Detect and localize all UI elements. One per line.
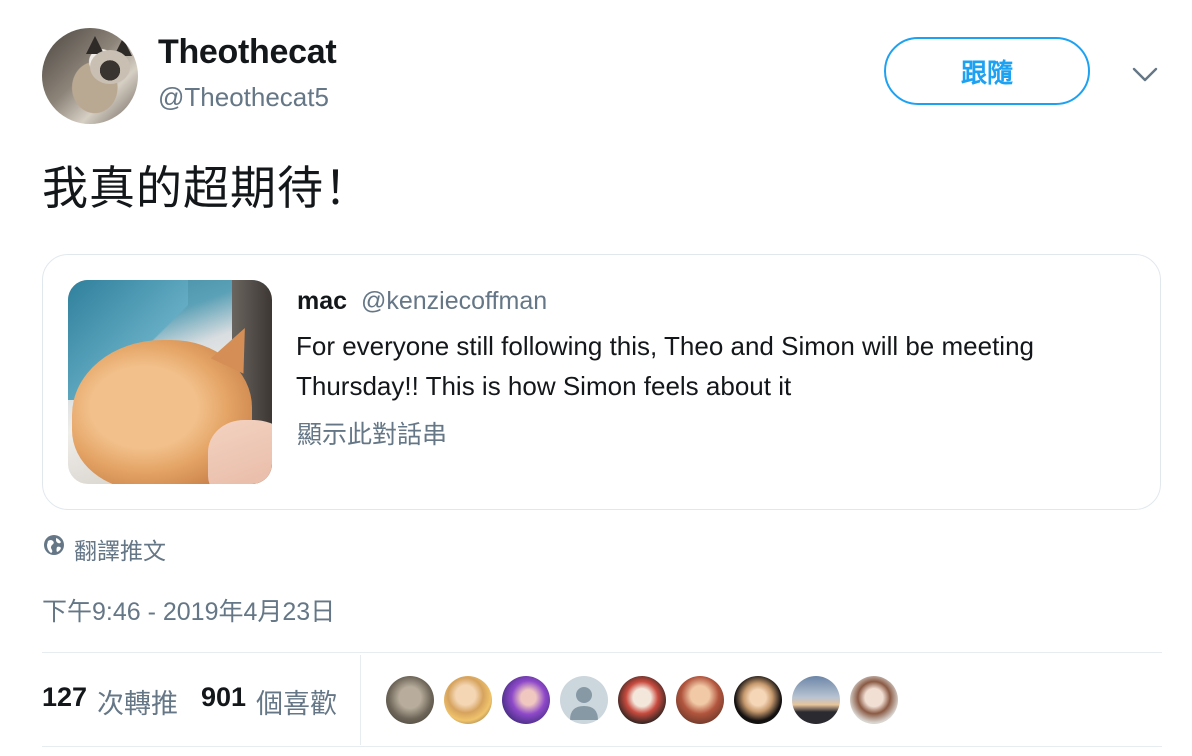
retweets-count[interactable]: 127 bbox=[42, 682, 87, 713]
tweet-timestamp[interactable]: 下午9:46 - 2019年4月23日 bbox=[42, 592, 335, 628]
quoted-author-name: mac bbox=[297, 287, 348, 315]
liker-avatar[interactable] bbox=[502, 676, 550, 724]
divider bbox=[360, 655, 361, 745]
translate-tweet-link[interactable]: 翻譯推文 bbox=[74, 532, 166, 566]
liker-avatar[interactable] bbox=[618, 676, 666, 724]
follow-button[interactable]: 跟隨 bbox=[884, 37, 1090, 105]
quoted-tweet-image[interactable] bbox=[68, 280, 272, 484]
show-thread-link[interactable]: 顯示此對話串 bbox=[297, 415, 447, 451]
divider bbox=[42, 746, 1162, 747]
liker-avatar[interactable] bbox=[386, 676, 434, 724]
image-hand bbox=[208, 420, 272, 484]
author-avatar[interactable] bbox=[42, 28, 138, 124]
liker-avatar-default[interactable] bbox=[560, 676, 608, 724]
author-handle[interactable]: @Theothecat5 bbox=[158, 82, 329, 113]
quoted-author-handle: @kenziecoffman bbox=[361, 287, 548, 315]
likes-count[interactable]: 901 bbox=[201, 682, 246, 713]
liker-avatar[interactable] bbox=[676, 676, 724, 724]
tweet-text: 我真的超期待！ bbox=[42, 162, 371, 214]
liker-avatar[interactable] bbox=[734, 676, 782, 724]
quoted-tweet-text: For everyone still following this, Theo … bbox=[296, 331, 1034, 401]
author-display-name[interactable]: Theothecat bbox=[158, 33, 337, 72]
likes-label[interactable]: 個喜歡 bbox=[256, 682, 337, 721]
liker-avatar[interactable] bbox=[850, 676, 898, 724]
retweets-label[interactable]: 次轉推 bbox=[97, 682, 178, 721]
liker-avatar[interactable] bbox=[792, 676, 840, 724]
chevron-down-icon[interactable] bbox=[1132, 66, 1158, 84]
globe-icon[interactable] bbox=[43, 534, 65, 556]
divider bbox=[42, 652, 1162, 653]
default-user-icon bbox=[570, 687, 598, 720]
avatar-cat-face bbox=[90, 50, 130, 84]
liker-avatar[interactable] bbox=[444, 676, 492, 724]
